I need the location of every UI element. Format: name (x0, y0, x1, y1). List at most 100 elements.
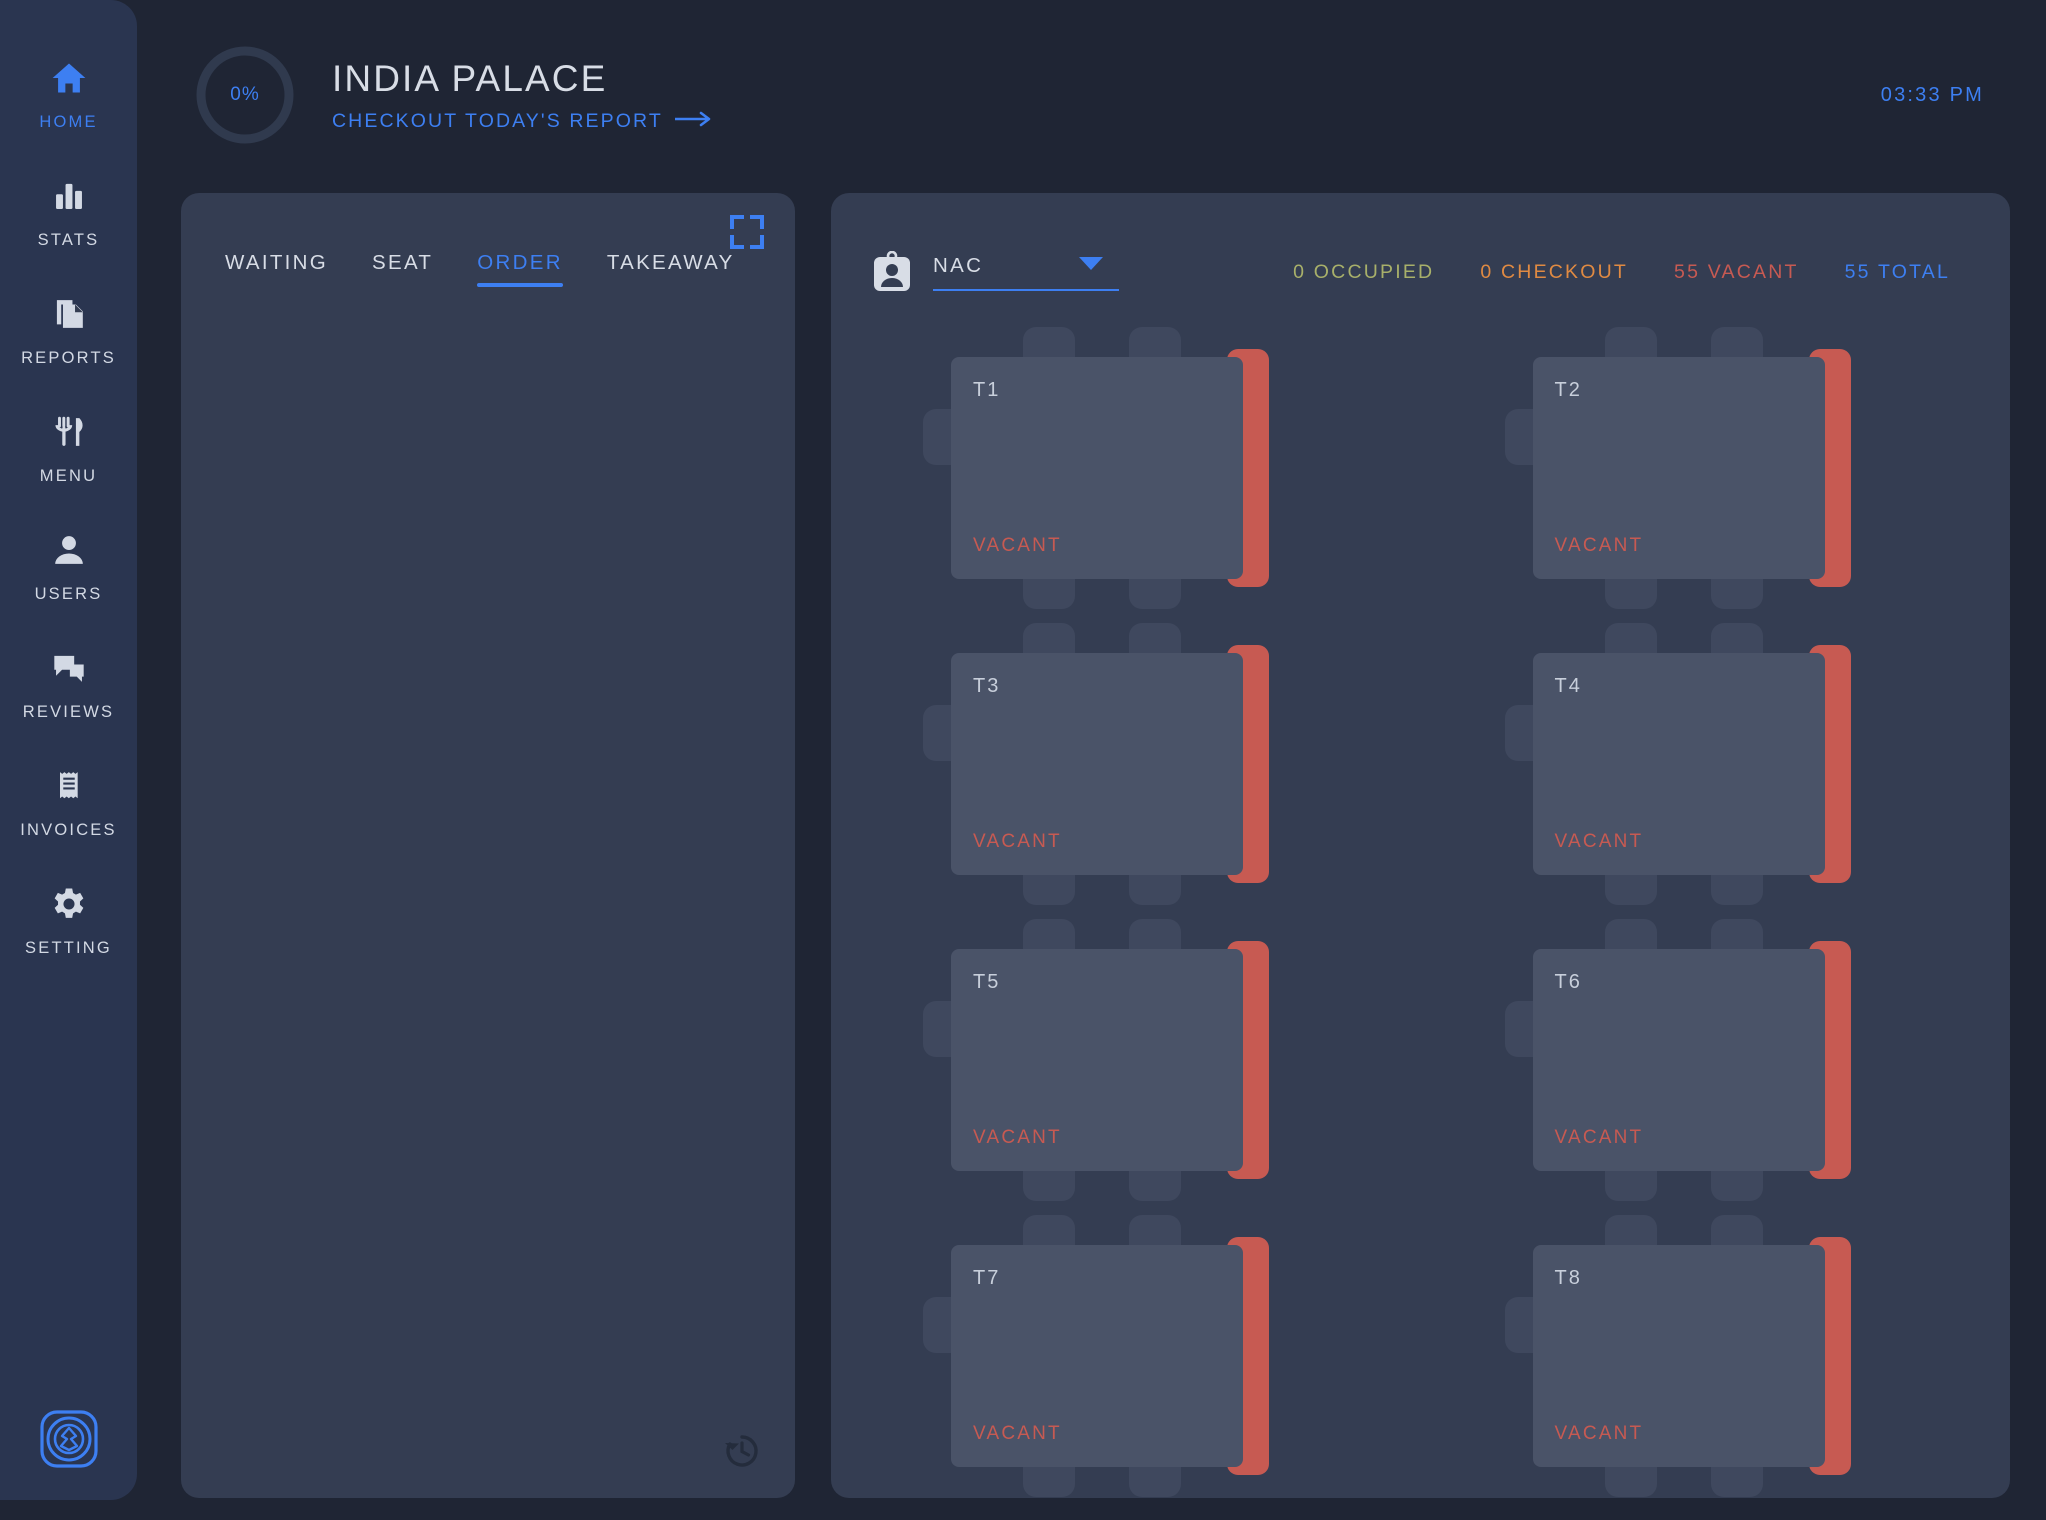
id-badge-icon (873, 251, 911, 293)
table-surface: T2 VACANT (1533, 357, 1825, 579)
sidebar-item-label: SETTING (25, 939, 112, 958)
section-select-value: NAC (933, 254, 983, 278)
table-card[interactable]: T4 VACANT (1533, 653, 1905, 875)
chair-icon (1605, 1215, 1657, 1245)
tables-panel: NAC 0 OCCUPIED 0 CHECKOUT 55 VACANT 55 TOTA… (831, 193, 2010, 1498)
tab-order[interactable]: ORDER (477, 251, 563, 287)
chair-icon (1129, 1215, 1181, 1245)
table-status-label: VACANT (1555, 535, 1644, 557)
table-surface: T4 VACANT (1533, 653, 1825, 875)
table-status-label: VACANT (1555, 1423, 1644, 1445)
sidebar-item-label: HOME (39, 113, 97, 132)
sidebar-item-label: STATS (38, 231, 100, 250)
chair-icon (1605, 1171, 1657, 1201)
table-surface: T1 VACANT (951, 357, 1243, 579)
table-name: T3 (973, 675, 1243, 698)
person-icon (47, 528, 91, 572)
table-name: T6 (1555, 971, 1825, 994)
chair-icon (1129, 1467, 1181, 1497)
chair-icon (1023, 875, 1075, 905)
fullscreen-expand-icon[interactable] (730, 215, 764, 249)
table-status-label: VACANT (973, 831, 1062, 853)
sidebar-item-home[interactable]: HOME (0, 56, 137, 132)
table-name: T5 (973, 971, 1243, 994)
chair-icon (1023, 919, 1075, 949)
chair-icon (1711, 579, 1763, 609)
chair-icon (1605, 327, 1657, 357)
table-status-summary: 0 OCCUPIED 0 CHECKOUT 55 VACANT 55 TOTAL (1293, 261, 1950, 284)
cutlery-icon (47, 410, 91, 454)
chevron-down-icon (1079, 257, 1103, 270)
status-badge[interactable]: 0 OCCUPIED (1293, 261, 1434, 284)
table-status-label: VACANT (1555, 831, 1644, 853)
chair-icon (1023, 1171, 1075, 1201)
chair-icon (923, 705, 951, 761)
sidebar-nav-list: HOME STATS REPORTS MENU USERS REVIEWS INVOICES… (0, 56, 137, 1000)
table-card[interactable]: T6VACANT (1533, 949, 1905, 1171)
tables-grid: T1VACANTT2VACANTT3VACANTT4VACANTT5VACANT… (831, 293, 2010, 1467)
chair-icon (1711, 1467, 1763, 1497)
table-card[interactable]: T1 VACANT (951, 357, 1323, 579)
table-card[interactable]: T7VACANT (951, 1245, 1323, 1467)
chair-icon (1129, 623, 1181, 653)
sidebar-item-menu[interactable]: MENU (0, 410, 137, 486)
chair-icon (1023, 1467, 1075, 1497)
table-surface: T6VACANT (1533, 949, 1825, 1171)
status-badge[interactable]: 55 TOTAL (1845, 261, 1950, 284)
sidebar-item-stats[interactable]: STATS (0, 174, 137, 250)
sidebar-item-users[interactable]: USERS (0, 528, 137, 604)
table-card[interactable]: T5VACANT (951, 949, 1323, 1171)
gear-icon (47, 882, 91, 926)
chair-icon (1129, 579, 1181, 609)
current-time: 03:33 PM (1881, 84, 1984, 107)
page-header: 0% INDIA PALACE CHECKOUT TODAY'S REPORT … (137, 0, 2046, 190)
section-select[interactable]: NAC (933, 254, 1119, 291)
chair-icon (923, 1001, 951, 1057)
status-badge[interactable]: 0 CHECKOUT (1480, 261, 1628, 284)
chair-icon (1023, 327, 1075, 357)
tab-takeaway[interactable]: TAKEAWAY (607, 251, 735, 287)
table-surface: T3 VACANT (951, 653, 1243, 875)
chair-icon (1605, 579, 1657, 609)
chair-icon (1129, 875, 1181, 905)
chair-icon (1711, 1215, 1763, 1245)
chair-icon (1129, 327, 1181, 357)
sidebar-item-invoices[interactable]: INVOICES (0, 764, 137, 840)
table-name: T1 (973, 379, 1243, 402)
chat-icon (47, 646, 91, 690)
checkout-report-link[interactable]: CHECKOUT TODAY'S REPORT (332, 110, 715, 133)
chair-icon (923, 1297, 951, 1353)
table-name: T2 (1555, 379, 1825, 402)
orders-tabs: WAITING SEAT ORDER TAKEAWAY (181, 193, 795, 287)
table-card[interactable]: T2 VACANT (1533, 357, 1905, 579)
chair-icon (1129, 1171, 1181, 1201)
sidebar-item-reviews[interactable]: REVIEWS (0, 646, 137, 722)
chair-icon (1605, 623, 1657, 653)
sidebar-item-reports[interactable]: REPORTS (0, 292, 137, 368)
table-name: T4 (1555, 675, 1825, 698)
table-card[interactable]: T8 VACANT (1533, 1245, 1905, 1467)
tab-waiting[interactable]: WAITING (225, 251, 328, 287)
arrow-right-icon (675, 110, 715, 133)
sidebar-item-setting[interactable]: SETTING (0, 882, 137, 958)
orders-panel: WAITING SEAT ORDER TAKEAWAY (181, 193, 795, 1498)
table-card[interactable]: T3 VACANT (951, 653, 1323, 875)
table-surface: T7VACANT (951, 1245, 1243, 1467)
chair-icon (1605, 919, 1657, 949)
sidebar-item-label: REPORTS (21, 349, 116, 368)
history-icon[interactable] (721, 1430, 763, 1472)
app-logo-icon[interactable] (38, 1408, 100, 1470)
bar-chart-icon (47, 174, 91, 218)
chair-icon (1505, 1001, 1533, 1057)
table-status-label: VACANT (973, 535, 1062, 557)
tab-seat[interactable]: SEAT (372, 251, 433, 287)
chair-icon (1605, 1467, 1657, 1497)
table-name: T8 (1555, 1267, 1825, 1290)
chair-icon (1505, 705, 1533, 761)
chair-icon (1023, 1215, 1075, 1245)
status-badge[interactable]: 55 VACANT (1674, 261, 1799, 284)
home-icon (47, 56, 91, 100)
chair-icon (1505, 1297, 1533, 1353)
chair-icon (1711, 875, 1763, 905)
table-surface: T8 VACANT (1533, 1245, 1825, 1467)
